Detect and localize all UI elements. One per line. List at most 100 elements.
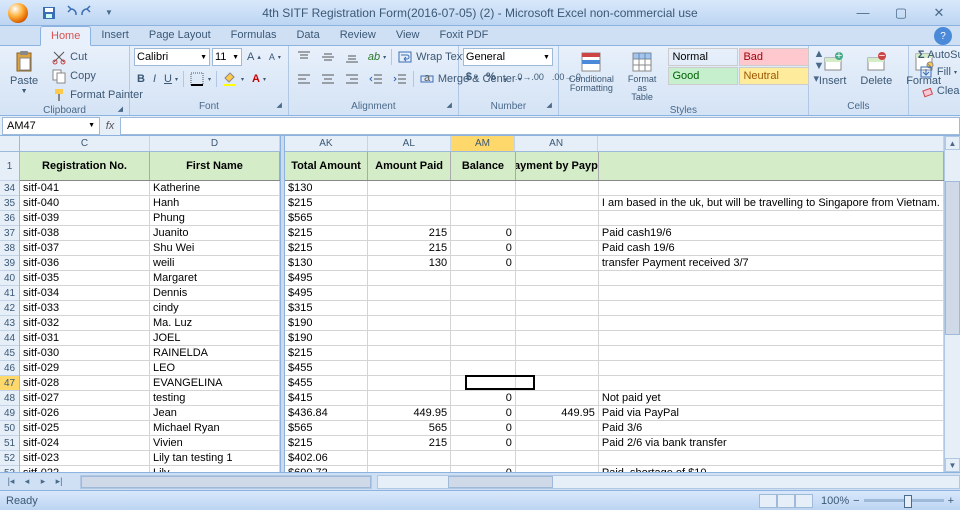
column-header[interactable]: AN [515, 136, 598, 151]
align-right-button[interactable] [341, 70, 363, 88]
cell[interactable]: cindy [150, 301, 280, 315]
cell[interactable]: Paid via PayPal [599, 406, 944, 420]
zoom-level[interactable]: 100% [821, 495, 849, 507]
cell[interactable]: 0 [451, 391, 516, 405]
row-header[interactable]: 34 [0, 181, 19, 196]
cell[interactable]: sitf-027 [20, 391, 150, 405]
cell[interactable] [368, 391, 451, 405]
table-header-cell[interactable]: Total Amount [285, 152, 368, 180]
cell[interactable]: 449.95 [368, 406, 451, 420]
cell[interactable]: 0 [451, 256, 516, 270]
cell[interactable] [368, 376, 451, 390]
cell[interactable]: sitf-024 [20, 436, 150, 450]
cell[interactable] [516, 241, 599, 255]
cell[interactable]: 215 [368, 226, 451, 240]
shrink-font-button[interactable]: A▾ [266, 51, 284, 63]
orientation-button[interactable]: ab▾ [365, 50, 389, 64]
cell[interactable] [516, 181, 599, 195]
cell[interactable] [516, 391, 599, 405]
cell[interactable] [516, 301, 599, 315]
row-header[interactable]: 45 [0, 346, 19, 361]
align-bottom-button[interactable] [341, 48, 363, 66]
cell[interactable] [516, 436, 599, 450]
cell[interactable]: $190 [285, 331, 368, 345]
cell[interactable] [368, 181, 451, 195]
cell[interactable]: sitf-034 [20, 286, 150, 300]
cell[interactable] [599, 301, 944, 315]
page-break-view-button[interactable] [795, 494, 813, 508]
row-header[interactable]: 40 [0, 271, 19, 286]
increase-indent-button[interactable] [389, 70, 411, 88]
cell[interactable] [599, 211, 944, 225]
cell[interactable]: weili [150, 256, 280, 270]
cell[interactable]: Paid, shortage of $10 [599, 466, 944, 472]
table-header-cell[interactable]: Registration No. [20, 152, 150, 180]
cell[interactable]: sitf-025 [20, 421, 150, 435]
tab-insert[interactable]: Insert [91, 26, 139, 45]
cell[interactable]: $215 [285, 226, 368, 240]
cell[interactable]: $215 [285, 346, 368, 360]
cell[interactable] [368, 346, 451, 360]
cell[interactable] [516, 286, 599, 300]
fx-button[interactable]: fx [100, 120, 120, 132]
cell[interactable]: testing [150, 391, 280, 405]
table-header-cell[interactable]: Amount Paid [368, 152, 451, 180]
maximize-button[interactable]: ▢ [888, 4, 914, 22]
tab-view[interactable]: View [386, 26, 430, 45]
row-header[interactable]: 47 [0, 376, 19, 391]
cell[interactable]: LEO [150, 361, 280, 375]
cell[interactable] [516, 451, 599, 465]
decrease-indent-button[interactable] [365, 70, 387, 88]
scroll-up-button[interactable]: ▲ [945, 136, 960, 150]
cell[interactable] [516, 421, 599, 435]
insert-cells-button[interactable]: +Insert [813, 48, 853, 89]
fill-button[interactable]: Fill▾ [915, 63, 960, 81]
cell[interactable]: sitf-033 [20, 301, 150, 315]
cell[interactable]: $130 [285, 181, 368, 195]
cell[interactable] [451, 361, 516, 375]
cell[interactable] [451, 196, 516, 210]
cell[interactable] [368, 271, 451, 285]
grow-font-button[interactable]: A▴ [244, 50, 264, 64]
row-header[interactable]: 36 [0, 211, 19, 226]
percent-button[interactable]: % [483, 70, 499, 84]
cell[interactable]: $436.84 [285, 406, 368, 420]
align-top-button[interactable] [293, 48, 315, 66]
cell[interactable]: 449.95 [516, 406, 599, 420]
cell[interactable]: sitf-038 [20, 226, 150, 240]
cell[interactable]: sitf-037 [20, 241, 150, 255]
cell[interactable]: sitf-030 [20, 346, 150, 360]
cell[interactable]: $565 [285, 421, 368, 435]
row-header[interactable]: 49 [0, 406, 19, 421]
tab-home[interactable]: Home [40, 26, 91, 46]
increase-decimal-button[interactable]: .0→.00 [512, 71, 547, 83]
conditional-formatting-button[interactable]: Conditional Formatting [563, 48, 620, 95]
tab-review[interactable]: Review [330, 26, 386, 45]
cell[interactable] [451, 376, 516, 390]
row-header[interactable]: 51 [0, 436, 19, 451]
cell[interactable] [599, 346, 944, 360]
row-header[interactable]: 48 [0, 391, 19, 406]
format-as-table-button[interactable]: Format as Table [622, 48, 663, 104]
cell[interactable]: Phung [150, 211, 280, 225]
cell[interactable] [368, 286, 451, 300]
delete-cells-button[interactable]: −Delete [854, 48, 898, 89]
tab-page-layout[interactable]: Page Layout [139, 26, 221, 45]
cell[interactable]: Juanito [150, 226, 280, 240]
cell[interactable] [516, 211, 599, 225]
horizontal-scrollbar-left[interactable] [80, 475, 372, 489]
cell[interactable]: 565 [368, 421, 451, 435]
row-header[interactable]: 43 [0, 316, 19, 331]
cell[interactable]: Paid 2/6 via bank transfer [599, 436, 944, 450]
tab-formulas[interactable]: Formulas [221, 26, 287, 45]
help-button[interactable]: ? [934, 27, 952, 45]
fill-color-button[interactable]: ▾ [219, 70, 247, 88]
cell[interactable] [451, 211, 516, 225]
cell[interactable] [599, 286, 944, 300]
row-header[interactable]: 53 [0, 466, 19, 472]
table-header-cell[interactable]: Balance [451, 152, 516, 180]
cell[interactable]: $415 [285, 391, 368, 405]
tab-data[interactable]: Data [286, 26, 329, 45]
row-header[interactable]: 37 [0, 226, 19, 241]
zoom-in-button[interactable]: + [948, 495, 954, 507]
